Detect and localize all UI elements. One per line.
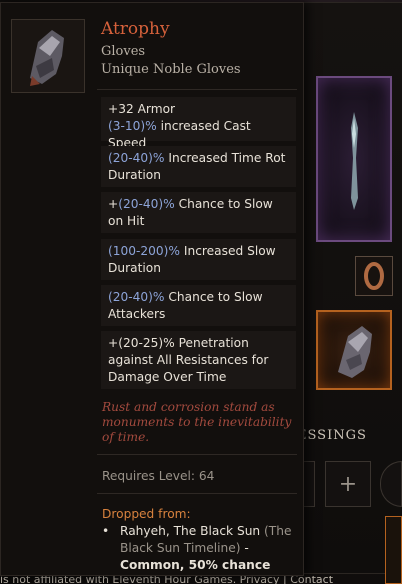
item-icon-frame bbox=[11, 19, 85, 93]
armor-stat: +32 Armor bbox=[108, 102, 176, 116]
item-name: Atrophy bbox=[101, 19, 170, 39]
item-tooltip: Atrophy Gloves Unique Noble Gloves +32 A… bbox=[0, 2, 304, 576]
affix-line: +(20-40)% Chance to Slow on Hit bbox=[101, 192, 296, 233]
item-type: Gloves bbox=[101, 44, 146, 59]
drop-source-name: Rahyeh, The Black Sun bbox=[120, 524, 261, 538]
stat-range: (100-200)% bbox=[108, 244, 181, 258]
divider bbox=[97, 454, 297, 455]
stat-range: (20-40)% bbox=[118, 197, 175, 211]
drop-chance: Common, 50% chance bbox=[120, 558, 271, 572]
ring-icon bbox=[364, 262, 384, 290]
dropped-from-title: Dropped from: bbox=[102, 507, 191, 521]
base-stats: +32 Armor (3-10)% increased Cast Speed bbox=[101, 97, 296, 150]
item-rarity: Unique Noble Gloves bbox=[101, 62, 241, 77]
divider bbox=[97, 493, 297, 494]
weapon-slot[interactable] bbox=[316, 76, 392, 242]
flavor-text: Rust and corrosion stand as monuments to… bbox=[102, 400, 292, 444]
stat-prefix: + bbox=[108, 197, 119, 211]
gloves-slot[interactable] bbox=[316, 310, 392, 390]
requires-level: Requires Level: 64 bbox=[102, 469, 215, 483]
stat-range: (20-40)% bbox=[108, 151, 165, 165]
blessings-heading: ESSINGS bbox=[297, 428, 367, 443]
equipment-slot[interactable] bbox=[385, 516, 402, 584]
gauntlet-icon bbox=[338, 326, 372, 378]
bullet-icon: • bbox=[102, 524, 110, 538]
affix-line: +(20-25)% Penetration against All Resist… bbox=[101, 331, 296, 389]
spear-icon bbox=[351, 112, 358, 210]
ring-slot[interactable] bbox=[355, 256, 393, 296]
gauntlet-icon bbox=[30, 30, 64, 86]
affix-line: (20-40)% Increased Time Rot Duration bbox=[101, 146, 296, 187]
stat-text: +(20-25)% Penetration against All Resist… bbox=[108, 336, 269, 384]
footer-text: is not affiliated with Eleventh Hour Gam… bbox=[0, 576, 334, 584]
affix-line: (100-200)% Increased Slow Duration bbox=[101, 239, 296, 280]
divider bbox=[97, 89, 297, 90]
stat-range: (3-10)% bbox=[108, 119, 157, 133]
affix-line: (20-40)% Chance to Slow Attackers bbox=[101, 285, 296, 326]
plus-icon: + bbox=[338, 471, 358, 497]
drop-source-item: • Rahyeh, The Black Sun (The Black Sun T… bbox=[102, 523, 298, 574]
add-blessing-button[interactable]: + bbox=[325, 461, 371, 507]
drop-dash: - bbox=[240, 541, 249, 555]
stat-range: (20-40)% bbox=[108, 290, 165, 304]
